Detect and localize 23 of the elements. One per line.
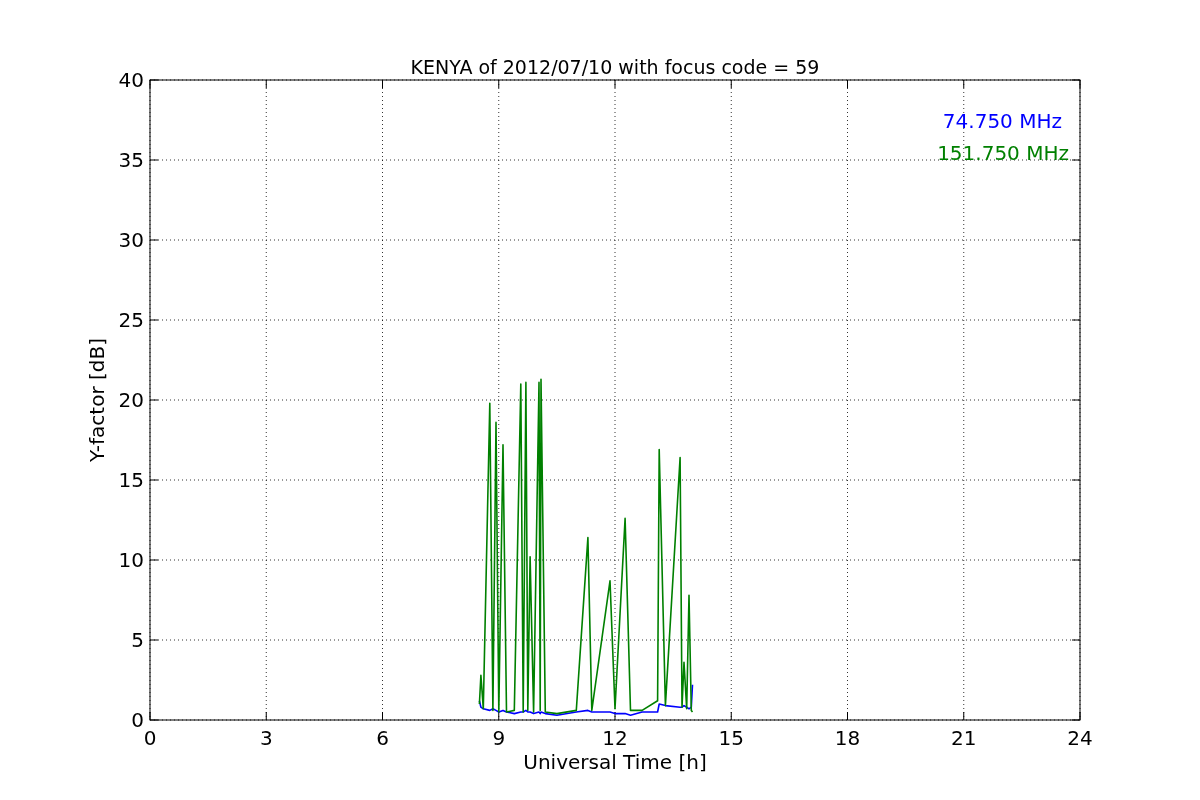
tick-label: 5 [131,628,144,652]
chart-title: KENYA of 2012/07/10 with focus code = 59 [410,56,820,78]
tick-label: 12 [602,726,628,750]
tick-label: 21 [951,726,977,750]
axis-title: Universal Time [h] [523,750,707,774]
legend-label: 151.750 MHz [937,141,1069,165]
tick-label: 35 [118,148,144,172]
legend-label: 74.750 MHz [942,109,1062,133]
tick-label: 6 [376,726,389,750]
tick-label: 18 [834,726,861,750]
tick-label: 15 [718,726,744,750]
tick-label: 0 [131,708,144,732]
tick-label: 20 [118,388,144,412]
tick-label: 3 [259,726,273,750]
tick-label: 25 [118,308,144,332]
tick-label: 24 [1067,726,1093,750]
tick-label: 10 [118,548,144,572]
tick-label: 9 [492,726,506,750]
tick-label: 30 [118,228,144,252]
tick-label: 40 [118,68,144,92]
tick-label: 15 [118,468,144,492]
axis-title: Y-factor [dB] [85,338,109,462]
tick-label: 0 [143,726,157,750]
